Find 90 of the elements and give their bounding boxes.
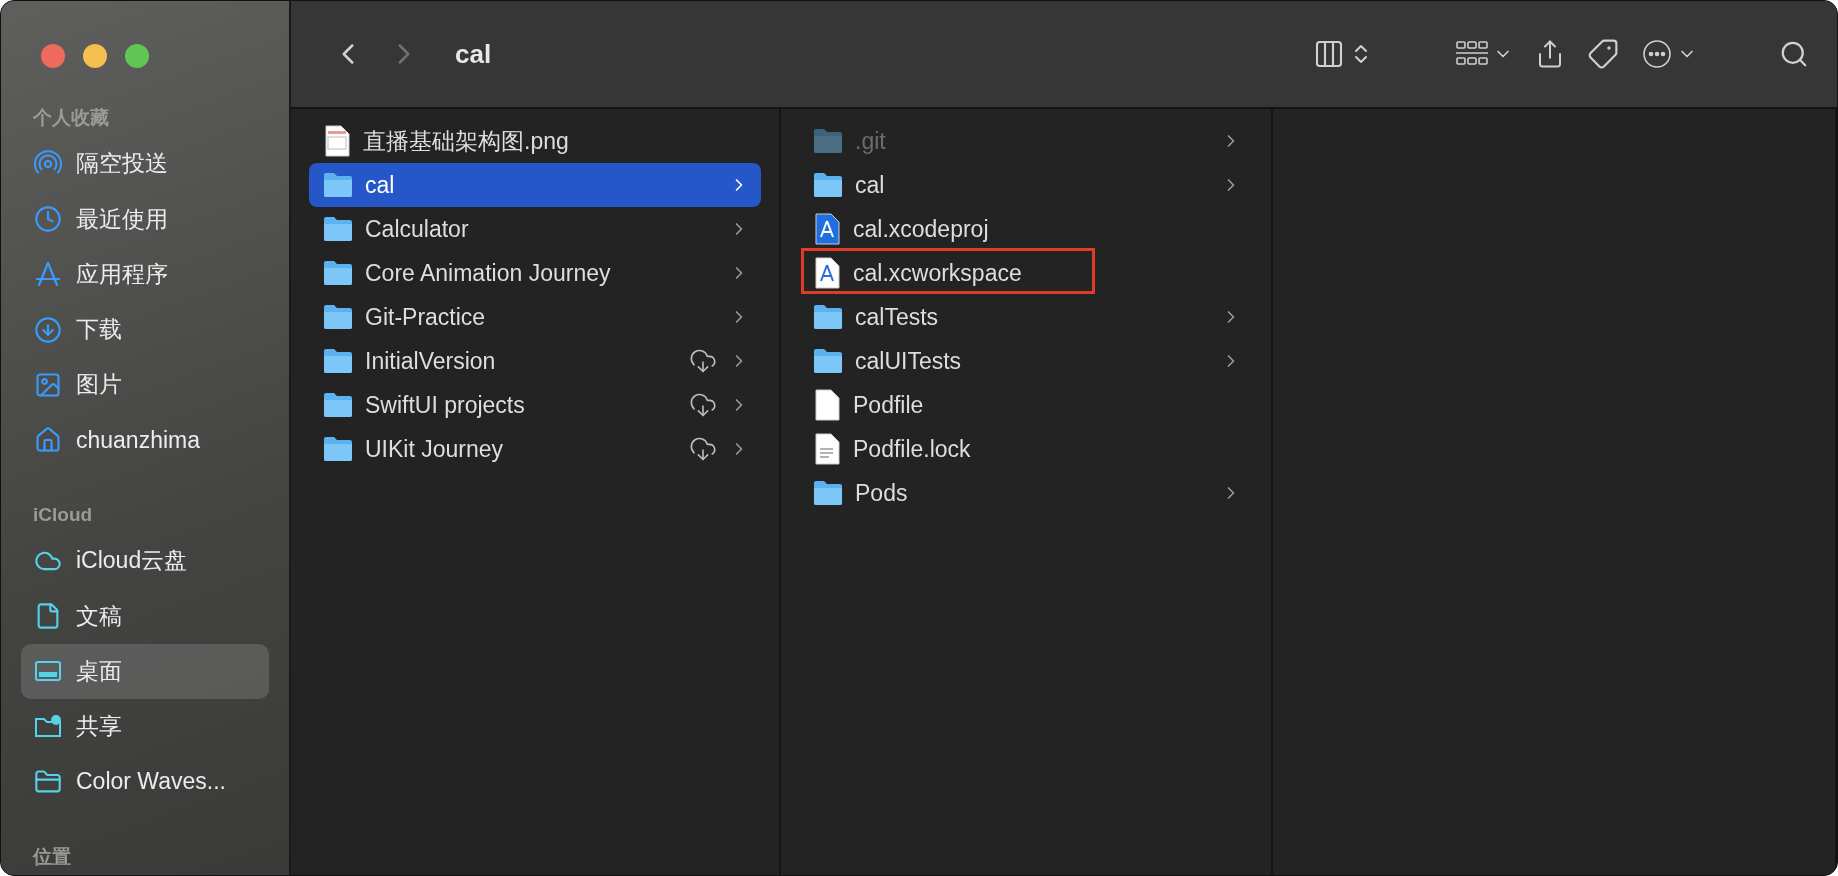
file-row[interactable]: cal <box>799 163 1253 207</box>
folder-icon <box>813 172 843 198</box>
file-name: Podfile.lock <box>853 435 971 463</box>
file-row[interactable]: UIKit Journey <box>309 427 761 471</box>
window-title: cal <box>455 38 493 70</box>
sidebar-label: 共享 <box>76 712 122 742</box>
file-name: cal <box>855 171 885 199</box>
file-name: Core Animation Journey <box>365 259 611 287</box>
sidebar-label: 下载 <box>76 315 122 345</box>
file-name: InitialVersion <box>365 347 496 375</box>
file-name: calUITests <box>855 347 962 375</box>
file-row[interactable]: Core Animation Journey <box>309 251 761 295</box>
file-row[interactable]: 直播基础架构图.png <box>309 119 761 163</box>
text-file-icon <box>813 433 841 465</box>
file-name: calTests <box>855 303 939 331</box>
apps-icon <box>34 260 62 289</box>
project-file-icon <box>813 257 841 289</box>
sidebar-section-title: iCloud <box>32 503 94 528</box>
file-name: cal <box>365 171 395 199</box>
file-icon <box>813 389 841 421</box>
file-row[interactable]: Pods <box>799 471 1253 515</box>
folder-icon <box>323 392 353 418</box>
sidebar-label: chuanzhima <box>76 426 201 454</box>
folder-icon <box>323 304 353 330</box>
file-row[interactable]: calUITests <box>799 339 1253 383</box>
folder-icon <box>323 172 353 198</box>
file-name: cal.xcworkspace <box>853 259 1022 287</box>
sidebar-item[interactable]: 隔空投送 <box>21 136 269 192</box>
file-row[interactable]: cal.xcodeproj <box>799 207 1253 251</box>
sidebar-item[interactable]: 共享 <box>21 698 269 755</box>
file-name: 直播基础架构图.png <box>363 126 569 156</box>
ellipsis-circle-icon <box>1641 38 1673 70</box>
file-row[interactable]: calTests <box>799 295 1253 339</box>
folder-icon <box>323 436 353 462</box>
cloud-download-icon[interactable] <box>689 347 717 375</box>
sidebar-item[interactable]: chuanzhima <box>21 412 269 468</box>
folder-icon <box>323 216 353 242</box>
file-name: Calculator <box>365 215 469 243</box>
sidebar-label: 桌面 <box>76 656 122 686</box>
file-row[interactable]: cal <box>309 163 761 207</box>
home-icon <box>34 426 62 455</box>
sidebar-item[interactable]: Color Waves... <box>21 754 269 810</box>
sidebar-label: 文稿 <box>76 601 122 631</box>
folder-icon <box>813 480 843 506</box>
sidebar-item[interactable]: 应用程序 <box>21 246 269 302</box>
folder-icon <box>813 348 843 374</box>
picture-icon <box>34 370 62 399</box>
sidebar-label: 应用程序 <box>76 259 168 289</box>
image-file-icon <box>323 125 351 157</box>
file-name: UIKit Journey <box>365 435 504 463</box>
sidebar-item[interactable]: iCloud云盘 <box>21 533 269 589</box>
sidebar-item[interactable]: 桌面 <box>21 643 269 699</box>
file-row[interactable]: Git-Practice <box>309 295 761 339</box>
sidebar-label: 最近使用 <box>76 204 168 234</box>
file-row[interactable]: Calculator <box>309 207 761 251</box>
folder-icon <box>323 348 353 374</box>
minimize-button[interactable] <box>83 44 107 68</box>
sidebar-label: 隔空投送 <box>76 149 168 179</box>
file-name: cal.xcodeproj <box>853 215 989 243</box>
folder-icon <box>813 128 843 154</box>
clock-icon <box>34 205 62 234</box>
file-row[interactable]: Podfile.lock <box>799 427 1253 471</box>
sidebar-label: 图片 <box>76 370 122 400</box>
zoom-button[interactable] <box>125 44 149 68</box>
folder-icon <box>813 304 843 330</box>
tag-icon <box>1587 38 1619 70</box>
cloud-download-icon[interactable] <box>689 391 717 419</box>
sidebar-item[interactable]: 图片 <box>21 357 269 413</box>
file-name: .git <box>855 127 886 155</box>
file-row[interactable]: Podfile <box>799 383 1253 427</box>
file-name: Pods <box>855 479 908 507</box>
search-icon <box>1779 39 1809 69</box>
sidebar-item[interactable]: 文稿 <box>21 588 269 644</box>
sidebar-label: Color Waves... <box>76 768 226 796</box>
folder-icon <box>323 260 353 286</box>
file-row[interactable]: InitialVersion <box>309 339 761 383</box>
sidebar-section-title: 位置 <box>31 845 72 870</box>
file-name: SwiftUI projects <box>365 391 525 419</box>
file-row[interactable]: SwiftUI projects <box>309 383 761 427</box>
sidebar-section-title: 个人收藏 <box>32 106 110 131</box>
download-icon <box>34 315 62 344</box>
file-name: Git-Practice <box>365 303 486 331</box>
cloud-download-icon[interactable] <box>689 435 717 463</box>
file-row[interactable]: cal.xcworkspace <box>799 251 1253 295</box>
columns-icon <box>1313 38 1345 70</box>
sidebar-label: iCloud云盘 <box>76 546 188 576</box>
sidebar-item[interactable]: 最近使用 <box>21 191 269 247</box>
file-name: Podfile <box>853 391 924 419</box>
project-file-icon <box>813 213 841 245</box>
sidebar-item[interactable]: 下载 <box>21 301 269 358</box>
